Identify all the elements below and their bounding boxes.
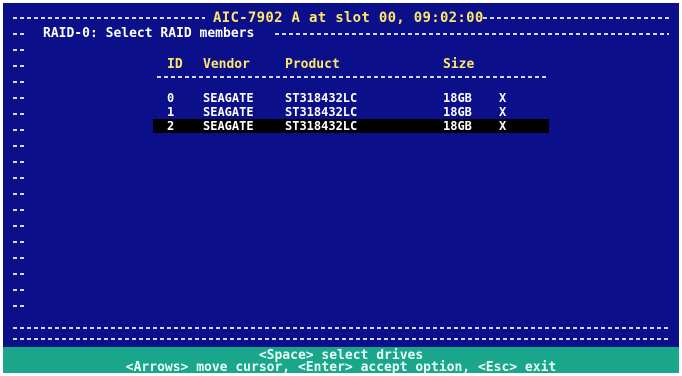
column-header-size: Size [443, 57, 475, 72]
drive-id: 1 [167, 105, 175, 119]
window-title: AIC-7902 A at slot 00, 09:02:00 [213, 10, 484, 26]
drive-size: 18GB [443, 105, 472, 119]
drive-id: 2 [167, 119, 175, 133]
drive-selected-mark: X [499, 119, 507, 133]
subtitle-border-left [13, 33, 27, 35]
table-header-divider [157, 76, 547, 78]
drive-size: 18GB [443, 91, 472, 105]
column-header-vendor: Vendor [203, 57, 250, 72]
drive-vendor: SEAGATE [203, 105, 254, 119]
bottom-border-1 [13, 327, 669, 329]
bottom-border-2 [13, 338, 669, 340]
drive-id: 0 [167, 91, 175, 105]
dialog-subtitle: RAID-0: Select RAID members [43, 26, 255, 41]
drive-selected-mark: X [499, 105, 507, 119]
drive-vendor: SEAGATE [203, 119, 254, 133]
subtitle-border-right [275, 33, 669, 35]
top-border-right [483, 17, 669, 19]
column-header-product: Product [285, 57, 340, 72]
drive-row-2[interactable]: 2 SEAGATE ST318432LC 18GB X [153, 119, 549, 133]
help-bar: <Space> select drives <Arrows> move curs… [3, 347, 679, 373]
drive-row-0[interactable]: 0 SEAGATE ST318432LC 18GB X [153, 91, 549, 105]
drive-product: ST318432LC [285, 105, 358, 119]
drive-product: ST318432LC [285, 91, 358, 105]
drive-size: 18GB [443, 119, 472, 133]
column-header-id: ID [167, 57, 183, 72]
drive-selected-mark: X [499, 91, 507, 105]
drive-product: ST318432LC [285, 119, 358, 133]
help-line-2: <Arrows> move cursor, <Enter> accept opt… [125, 360, 557, 373]
drive-row-1[interactable]: 1 SEAGATE ST318432LC 18GB X [153, 105, 549, 119]
drive-vendor: SEAGATE [203, 91, 254, 105]
top-border-left [13, 17, 205, 19]
bios-screen: AIC-7902 A at slot 00, 09:02:00 RAID-0: … [3, 3, 679, 373]
